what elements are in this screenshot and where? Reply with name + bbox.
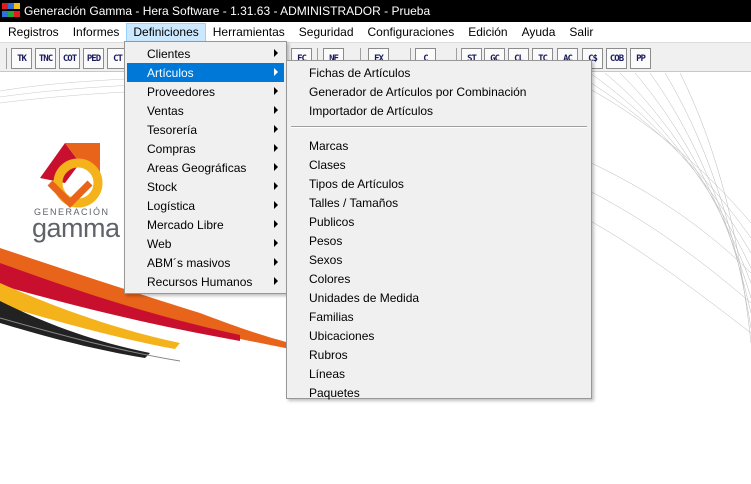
definiciones-item-9[interactable]: Mercado Libre (127, 215, 284, 234)
submenu-arrow-icon (274, 106, 278, 114)
articulos-item-g2-0[interactable]: Marcas (289, 136, 589, 155)
menu-configuraciones[interactable]: Configuraciones (361, 23, 462, 42)
menu-bar: Registros Informes Definiciones Herramienta… (0, 22, 751, 42)
menu-item-label: Tesorería (147, 122, 198, 137)
definiciones-item-11[interactable]: ABM´s masivos (127, 253, 284, 272)
submenu-arrow-icon (274, 68, 278, 76)
menu-item-label: Unidades de Medida (309, 290, 420, 305)
app-icon (2, 3, 20, 19)
menu-definiciones[interactable]: Definiciones (126, 22, 206, 42)
menu-item-label: Mercado Libre (147, 217, 224, 232)
title-bar: Generación Gamma - Hera Software - 1.31.… (0, 0, 751, 22)
menu-item-label: Generador de Artículos por Combinación (309, 84, 527, 99)
menu-item-label: Pesos (309, 233, 343, 248)
submenu-arrow-icon (274, 49, 278, 57)
definiciones-item-10[interactable]: Web (127, 234, 284, 253)
app-window: Generación Gamma - Hera Software - 1.31.… (0, 0, 751, 484)
articulos-item-g2-3[interactable]: Talles / Tamaños (289, 193, 589, 212)
articulos-submenu: Fichas de Artículos Generador de Artículo… (286, 60, 592, 402)
articulos-item-g2-7[interactable]: Colores (289, 269, 589, 288)
toolbar-button-tnc[interactable]: TNC (35, 48, 56, 69)
articulos-item-g2-2[interactable]: Tipos de Artículos (289, 174, 589, 193)
submenu-arrow-icon (274, 144, 278, 152)
toolbar-button-cot[interactable]: COT (59, 48, 80, 69)
menu-item-label: Ubicaciones (309, 328, 375, 343)
articulos-item-g1-2[interactable]: Importador de Artículos (289, 101, 589, 120)
toolbar-button-tk[interactable]: TK (11, 48, 32, 69)
submenu-arrow-icon (274, 277, 278, 285)
menu-item-label: Importador de Artículos (309, 103, 434, 118)
toolbar-button-ped[interactable]: PED (83, 48, 104, 69)
menu-item-label: Recursos Humanos (147, 274, 253, 289)
articulos-item-g1-1[interactable]: Generador de Artículos por Combinación (289, 82, 589, 101)
definiciones-item-5[interactable]: Compras (127, 139, 284, 158)
menu-item-label: Publicos (309, 214, 355, 229)
menu-informes[interactable]: Informes (66, 23, 127, 42)
submenu-arrow-icon (274, 182, 278, 190)
definiciones-item-7[interactable]: Stock (127, 177, 284, 196)
menu-item-label: Stock (147, 179, 178, 194)
articulos-item-g2-5[interactable]: Pesos (289, 231, 589, 250)
menu-item-label: Areas Geográficas (147, 160, 247, 175)
articulos-item-g2-8[interactable]: Unidades de Medida (289, 288, 589, 307)
menu-item-label: Colores (309, 271, 351, 286)
articulos-item-g1-0[interactable]: Fichas de Artículos (289, 63, 589, 82)
menu-item-label: Proveedores (147, 84, 216, 99)
articulos-item-g2-13[interactable]: Paquetes (289, 383, 589, 402)
window-title: Generación Gamma - Hera Software - 1.31.… (24, 4, 431, 18)
toolbar-button-pp[interactable]: PP (630, 48, 651, 69)
menu-item-label: Artículos (147, 65, 194, 80)
menu-item-label: Web (147, 236, 172, 251)
menu-item-label: Fichas de Artículos (309, 65, 411, 80)
submenu-arrow-icon (274, 239, 278, 247)
menu-salir[interactable]: Salir (562, 23, 600, 42)
articulos-item-g2-10[interactable]: Ubicaciones (289, 326, 589, 345)
menu-item-label: Tipos de Artículos (309, 176, 404, 191)
menu-seguridad[interactable]: Seguridad (292, 23, 361, 42)
menu-item-label: Logística (147, 198, 196, 213)
menu-registros[interactable]: Registros (1, 23, 66, 42)
definiciones-item-6[interactable]: Areas Geográficas (127, 158, 284, 177)
menu-item-label: Sexos (309, 252, 343, 267)
submenu-arrow-icon (274, 258, 278, 266)
menu-item-label: ABM´s masivos (147, 255, 231, 270)
definiciones-item-3[interactable]: Ventas (127, 101, 284, 120)
submenu-arrow-icon (274, 201, 278, 209)
menu-item-label: Marcas (309, 138, 349, 153)
articulos-item-g2-12[interactable]: Líneas (289, 364, 589, 383)
menu-item-label: Clientes (147, 46, 191, 61)
submenu-arrow-icon (274, 125, 278, 133)
definiciones-menu: Clientes Artículos Proveedores Ventas Tesore… (124, 41, 287, 294)
menu-ayuda[interactable]: Ayuda (515, 23, 563, 42)
menu-item-label: Rubros (309, 347, 348, 362)
menu-herramientas[interactable]: Herramientas (206, 23, 292, 42)
articulos-item-g2-6[interactable]: Sexos (289, 250, 589, 269)
menu-item-label: Líneas (309, 366, 346, 381)
definiciones-item-8[interactable]: Logística (127, 196, 284, 215)
definiciones-item-12[interactable]: Recursos Humanos (127, 272, 284, 291)
menu-item-label: Familias (309, 309, 354, 324)
definiciones-item-1[interactable]: Artículos (127, 63, 284, 82)
gamma-logo-mark (40, 143, 103, 208)
submenu-arrow-icon (274, 220, 278, 228)
articulos-item-g2-1[interactable]: Clases (289, 155, 589, 174)
articulos-item-g2-11[interactable]: Rubros (289, 345, 589, 364)
articulos-item-g2-9[interactable]: Familias (289, 307, 589, 326)
definiciones-item-0[interactable]: Clientes (127, 44, 284, 63)
submenu-arrow-icon (274, 163, 278, 171)
menu-item-label: Ventas (147, 103, 184, 118)
definiciones-item-2[interactable]: Proveedores (127, 82, 284, 101)
toolbar-separator (6, 48, 7, 69)
menu-item-label: Compras (147, 141, 196, 156)
menu-edicion[interactable]: Edición (461, 23, 514, 42)
menu-item-label: Talles / Tamaños (309, 195, 399, 210)
menu-item-label: Paquetes (309, 385, 360, 400)
menu-item-label: Clases (309, 157, 346, 172)
menu-separator (291, 126, 587, 128)
toolbar-button-cob[interactable]: COB (606, 48, 627, 69)
submenu-arrow-icon (274, 87, 278, 95)
articulos-item-g2-4[interactable]: Publicos (289, 212, 589, 231)
definiciones-item-4[interactable]: Tesorería (127, 120, 284, 139)
logo-text-gamma: gamma (32, 213, 120, 243)
